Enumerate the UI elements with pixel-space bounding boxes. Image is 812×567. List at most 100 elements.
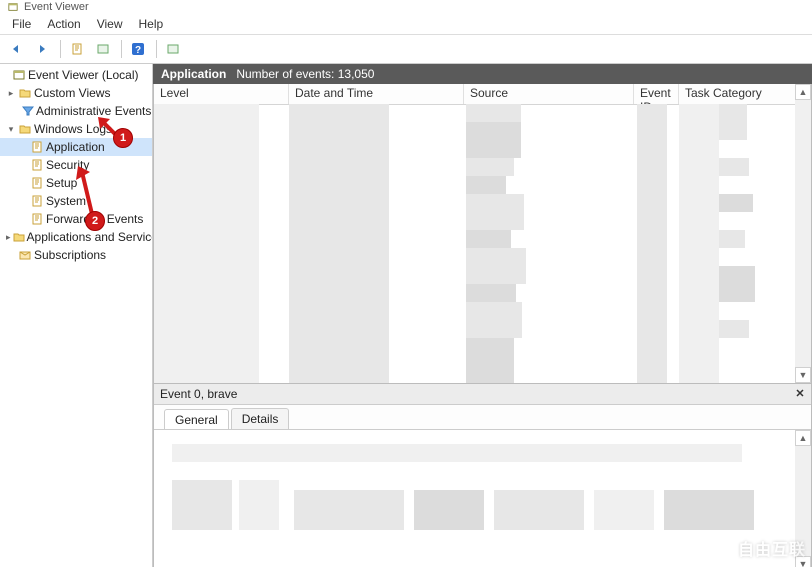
log-icon bbox=[30, 194, 44, 208]
detail-body: ▲ ▼ bbox=[154, 429, 811, 567]
blurred-data bbox=[719, 266, 755, 302]
blurred-data bbox=[719, 104, 747, 140]
tab-details[interactable]: Details bbox=[231, 408, 290, 429]
help-button[interactable]: ? bbox=[126, 38, 150, 60]
log-icon bbox=[30, 212, 44, 226]
navigation-tree: Event Viewer (Local) ▸ Custom Views Admi… bbox=[0, 64, 153, 567]
filter-button[interactable] bbox=[91, 38, 115, 60]
blurred-data bbox=[172, 480, 232, 530]
blurred-data bbox=[594, 490, 654, 530]
tree-label: Administrative Events bbox=[36, 104, 151, 118]
column-date[interactable]: Date and Time bbox=[289, 84, 464, 104]
toolbar: ? bbox=[0, 35, 812, 64]
expander-icon[interactable]: ▸ bbox=[6, 232, 11, 242]
eventviewer-icon bbox=[12, 68, 26, 82]
folder-open-icon bbox=[18, 122, 32, 136]
column-task[interactable]: Task Category bbox=[679, 84, 811, 104]
column-source[interactable]: Source bbox=[464, 84, 634, 104]
log-icon bbox=[30, 176, 44, 190]
expander-icon[interactable]: ▾ bbox=[6, 124, 16, 134]
filter-view-icon bbox=[22, 104, 34, 118]
blurred-data bbox=[239, 480, 279, 530]
blurred-data bbox=[679, 104, 719, 383]
blurred-data bbox=[719, 230, 745, 248]
column-level[interactable]: Level bbox=[154, 84, 289, 104]
tab-general[interactable]: General bbox=[164, 409, 229, 430]
menu-file[interactable]: File bbox=[4, 15, 39, 33]
menu-help[interactable]: Help bbox=[131, 15, 172, 33]
grid-body[interactable] bbox=[154, 104, 795, 383]
tree-label: Custom Views bbox=[34, 86, 110, 100]
toolbar-separator-3 bbox=[156, 40, 157, 58]
column-event-id[interactable]: Event ID bbox=[634, 84, 679, 104]
folder-icon bbox=[18, 86, 32, 100]
tree-custom-views[interactable]: ▸ Custom Views bbox=[0, 84, 152, 102]
tree-application[interactable]: Application bbox=[0, 138, 152, 156]
blurred-data bbox=[494, 490, 584, 530]
tree-root[interactable]: Event Viewer (Local) bbox=[0, 66, 152, 84]
svg-text:?: ? bbox=[135, 45, 141, 56]
blurred-data bbox=[466, 194, 524, 230]
blurred-data bbox=[414, 490, 484, 530]
forward-button[interactable] bbox=[30, 38, 54, 60]
blurred-data bbox=[637, 104, 667, 383]
scroll-up-icon[interactable]: ▲ bbox=[795, 84, 811, 100]
blurred-data bbox=[466, 284, 516, 302]
folder-icon bbox=[13, 230, 25, 244]
tree-label: Forwarded Events bbox=[46, 212, 143, 226]
scroll-up-icon[interactable]: ▲ bbox=[795, 430, 811, 446]
toolbar-separator-2 bbox=[121, 40, 122, 58]
window-titlebar: Event Viewer bbox=[0, 0, 812, 14]
tree-label: Subscriptions bbox=[34, 248, 106, 262]
events-grid[interactable]: Level Date and Time Source Event ID Task… bbox=[153, 84, 812, 384]
detail-scrollbar[interactable]: ▲ ▼ bbox=[795, 430, 811, 567]
tree-label: System bbox=[46, 194, 86, 208]
tree-label: Windows Logs bbox=[34, 122, 112, 136]
grid-scrollbar[interactable]: ▲ ▼ bbox=[795, 84, 811, 383]
menu-action[interactable]: Action bbox=[39, 15, 88, 33]
blurred-data bbox=[664, 490, 754, 530]
expander-icon[interactable]: ▸ bbox=[6, 88, 16, 98]
detail-tabs: General Details bbox=[154, 405, 811, 429]
tree-label: Applications and Services Lo bbox=[27, 230, 153, 244]
log-icon bbox=[30, 140, 44, 154]
tree-windows-logs[interactable]: ▾ Windows Logs bbox=[0, 120, 152, 138]
scroll-down-icon[interactable]: ▼ bbox=[795, 556, 811, 567]
grid-header-row: Level Date and Time Source Event ID Task… bbox=[154, 84, 811, 105]
content-area: Application Number of events: 13,050 Lev… bbox=[153, 64, 812, 567]
blurred-data bbox=[466, 104, 521, 122]
log-header-name: Application bbox=[161, 67, 226, 81]
tree-setup[interactable]: Setup bbox=[0, 174, 152, 192]
blurred-data bbox=[172, 444, 742, 462]
tree-forwarded-events[interactable]: Forwarded Events bbox=[0, 210, 152, 228]
event-detail-pane: Event 0, brave ✕ General Details ▲ ▼ bbox=[153, 384, 812, 567]
menu-view[interactable]: View bbox=[89, 15, 131, 33]
log-header-count: Number of events: 13,050 bbox=[236, 67, 374, 81]
tree-label: Application bbox=[46, 140, 105, 154]
blurred-data bbox=[289, 104, 389, 383]
blurred-data bbox=[719, 194, 753, 212]
blurred-data bbox=[719, 320, 749, 338]
scroll-down-icon[interactable]: ▼ bbox=[795, 367, 811, 383]
tree-security[interactable]: Security bbox=[0, 156, 152, 174]
back-button[interactable] bbox=[4, 38, 28, 60]
close-detail-button[interactable]: ✕ bbox=[793, 386, 807, 400]
tree-system[interactable]: System bbox=[0, 192, 152, 210]
blurred-data bbox=[466, 338, 514, 383]
properties-button[interactable] bbox=[65, 38, 89, 60]
tree-subscriptions[interactable]: Subscriptions bbox=[0, 246, 152, 264]
blurred-data bbox=[466, 176, 506, 194]
blurred-data bbox=[154, 104, 259, 383]
blurred-data bbox=[466, 248, 526, 284]
blurred-data bbox=[719, 158, 749, 176]
blurred-data bbox=[466, 230, 511, 248]
log-header-bar: Application Number of events: 13,050 bbox=[153, 64, 812, 84]
tree-administrative-events[interactable]: Administrative Events bbox=[0, 102, 152, 120]
detail-title-bar: Event 0, brave ✕ bbox=[154, 384, 811, 405]
blurred-data bbox=[466, 122, 521, 158]
tree-app-services[interactable]: ▸ Applications and Services Lo bbox=[0, 228, 152, 246]
refresh-button[interactable] bbox=[161, 38, 185, 60]
tree-root-label: Event Viewer (Local) bbox=[28, 68, 139, 82]
tree-label: Setup bbox=[46, 176, 77, 190]
tree-label: Security bbox=[46, 158, 89, 172]
